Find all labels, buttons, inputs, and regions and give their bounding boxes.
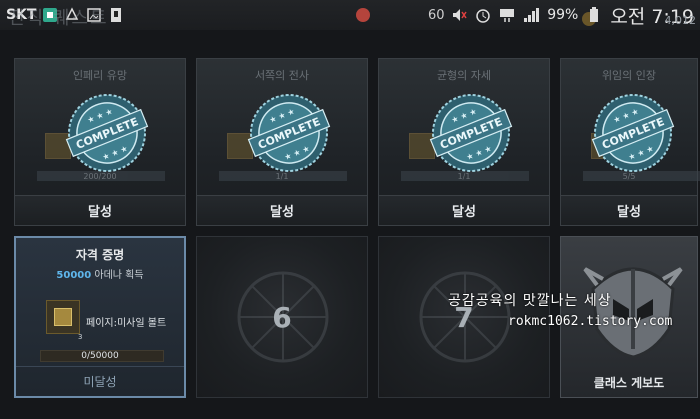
quest-card-locked[interactable]: 6 [196, 236, 368, 398]
quest-title: 균형의 자세 [436, 69, 492, 82]
side-value: 4,012 [664, 14, 697, 27]
battery-percent: 99% [547, 7, 579, 23]
quest-card-complete[interactable]: 인페리 유망 사일 볼트 200/200 COMPLETE ★ ★ ★ ★ ★ … [14, 58, 186, 226]
quest-title: 인페리 유망 [72, 69, 128, 82]
quest-status: 달성 [379, 195, 549, 225]
potion-icon [356, 8, 370, 22]
class-board-label: 클래스 게보도 [593, 375, 665, 390]
quest-title: 위임의 인장 [601, 69, 657, 82]
mute-icon [453, 9, 467, 21]
complete-stamp-icon: COMPLETE ★ ★ ★ ★ ★ ★ [65, 94, 149, 172]
quest-number: 6 [272, 301, 292, 334]
objective-text: 아데나 획득 [91, 270, 144, 281]
watermark-slogan: 공감공육의 맛깔나는 세상 [448, 293, 612, 309]
quest-objective: 50000 아데나 획득 [16, 266, 184, 281]
quest-card-complete[interactable]: 서쪽의 전사 1/1 COMPLETE ★ ★ ★ ★ ★ ★ 달성 [196, 58, 368, 226]
quest-title: 서쪽의 전사 [254, 69, 310, 82]
reward-item-icon[interactable] [46, 300, 80, 334]
quest-status: 달성 [197, 195, 367, 225]
sim-card-icon [111, 8, 122, 22]
quest-card-complete[interactable]: 위임의 인장 5/5 COMPLETE ★ ★ ★ ★ ★ ★ 달성 [560, 58, 700, 226]
quest-title: 자격 증명 [75, 248, 125, 262]
complete-stamp-icon: COMPLETE ★ ★ ★ ★ ★ ★ [429, 94, 513, 172]
battery-icon [590, 7, 599, 22]
quest-card-complete[interactable]: 균형의 자세 사일 볼트 1/1 COMPLETE ★ ★ ★ ★ ★ ★ 달성 [378, 58, 550, 226]
quest-status: 달성 [561, 195, 697, 225]
complete-stamp-icon: COMPLETE ★ ★ ★ ★ ★ ★ [591, 94, 675, 172]
scroll-icon [54, 308, 72, 326]
complete-stamp-icon: COMPLETE ★ ★ ★ ★ ★ ★ [247, 94, 331, 172]
alarm-icon [476, 9, 490, 23]
objective-amount: 50000 [56, 270, 92, 281]
watermark-url: rokmc1062.tistory.com [508, 314, 673, 329]
reward-item-count: 3 [78, 333, 83, 341]
header-title: 전직 퀘스트 [8, 8, 109, 29]
status-bar: 전직 퀘스트 SKT 60 99% 오전 7:19 4,012 [0, 0, 700, 30]
quest-status: 미달성 [16, 366, 184, 396]
counter-label: 60 [428, 8, 445, 23]
quest-card-active[interactable]: 자격 증명 50000 아데나 획득 3 페이지:미사일 볼트 0/50000 … [14, 236, 186, 398]
quest-status: 달성 [15, 195, 185, 225]
lte-icon [500, 9, 515, 22]
signal-icon [524, 8, 540, 22]
progress-text: 0/50000 [81, 351, 119, 361]
reward-item-name: 페이지:미사일 볼트 [86, 318, 167, 329]
